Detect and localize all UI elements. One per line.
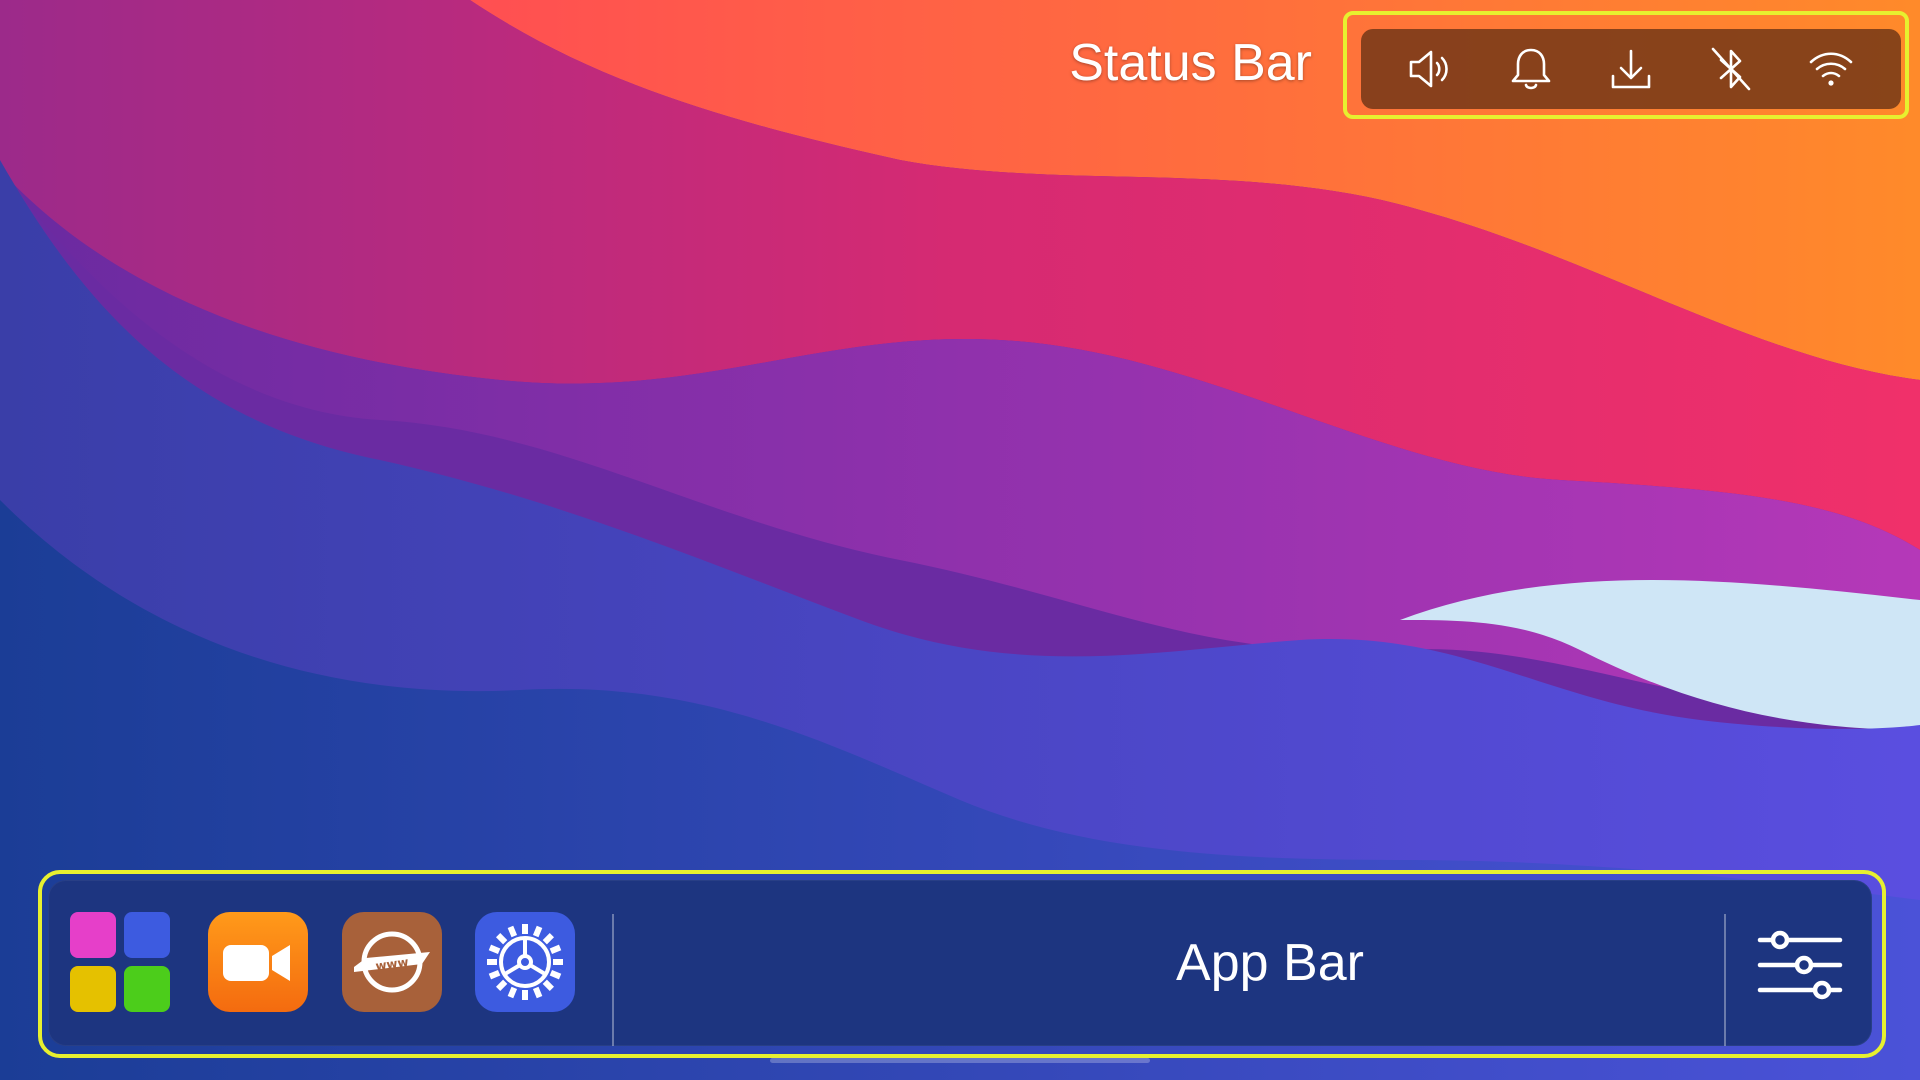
launcher-square bbox=[124, 912, 170, 958]
wifi-icon[interactable] bbox=[1797, 35, 1865, 103]
home-indicator bbox=[770, 1058, 1150, 1063]
speaker-icon[interactable] bbox=[1397, 35, 1465, 103]
launcher-square bbox=[70, 966, 116, 1012]
status-bar-caption: Status Bar bbox=[1069, 34, 1312, 92]
app-bar-divider bbox=[612, 914, 614, 1046]
desktop: Status Bar www App Bar bbox=[0, 0, 1920, 1080]
app-bar-divider bbox=[1724, 914, 1726, 1046]
status-bar bbox=[1361, 29, 1901, 109]
launcher-square bbox=[70, 912, 116, 958]
bell-icon[interactable] bbox=[1497, 35, 1565, 103]
launcher-square bbox=[124, 966, 170, 1012]
app-bar bbox=[48, 880, 1872, 1046]
download-icon[interactable] bbox=[1597, 35, 1665, 103]
sliders-icon[interactable] bbox=[1752, 918, 1848, 1014]
app-bar-caption: App Bar bbox=[1176, 934, 1364, 992]
app-launcher-icon[interactable] bbox=[70, 912, 170, 1012]
web-browser-icon[interactable]: www bbox=[342, 912, 442, 1012]
settings-gear-icon[interactable] bbox=[475, 912, 575, 1012]
video-camera-icon[interactable] bbox=[208, 912, 308, 1012]
bluetooth-off-icon[interactable] bbox=[1697, 35, 1765, 103]
